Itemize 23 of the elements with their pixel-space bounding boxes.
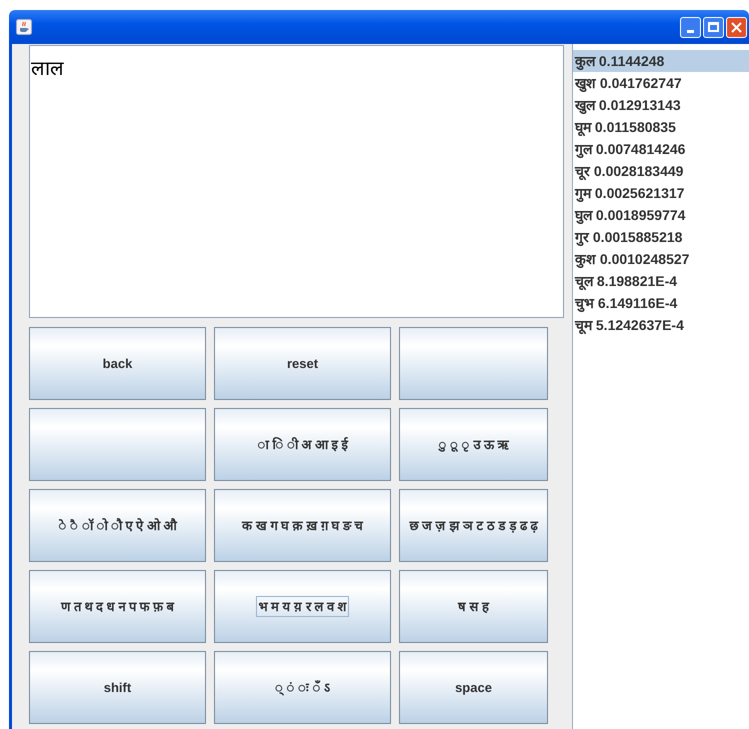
suggestion-item[interactable]: कुल 0.1144248 (573, 50, 749, 72)
key-button[interactable]: space (399, 651, 548, 724)
key-button[interactable]: ◌् ◌ं ◌ः ◌ँ ऽ (214, 651, 391, 724)
key-button[interactable]: ◌ा ◌ि ◌ी अ आ इ ई (214, 408, 391, 481)
key-button[interactable]: ◌े ◌ै ◌ॉ ◌ो ◌ौ ए ऐ ओ औ (29, 489, 206, 562)
key-button[interactable]: छ ज ज़ झ ञ ट ठ ड ड़ ढ ढ़ (399, 489, 548, 562)
close-button[interactable] (726, 16, 747, 38)
minimize-button[interactable] (680, 16, 701, 38)
key-button[interactable]: reset (214, 327, 391, 400)
key-button[interactable] (29, 408, 206, 481)
key-button[interactable]: back (29, 327, 206, 400)
key-button[interactable] (399, 327, 548, 400)
close-icon (731, 22, 742, 32)
key-button[interactable]: ◌ु ◌ू ◌ृ उ ऊ ऋ (399, 408, 548, 481)
maximize-button[interactable] (703, 16, 724, 38)
key-button[interactable]: shift (29, 651, 206, 724)
key-button[interactable]: ण त थ द ध न प फ फ़ ब (29, 570, 206, 643)
key-button[interactable]: ष स ह (399, 570, 548, 643)
key-button[interactable]: भ म य य़ र ल व श (214, 570, 391, 643)
input-text: लाल (31, 58, 64, 80)
key-button[interactable]: क ख ग घ क़ ख़ ग़ घ ङ च (214, 489, 391, 562)
text-area[interactable]: लाल (29, 45, 564, 318)
cup-icon (16, 19, 32, 35)
